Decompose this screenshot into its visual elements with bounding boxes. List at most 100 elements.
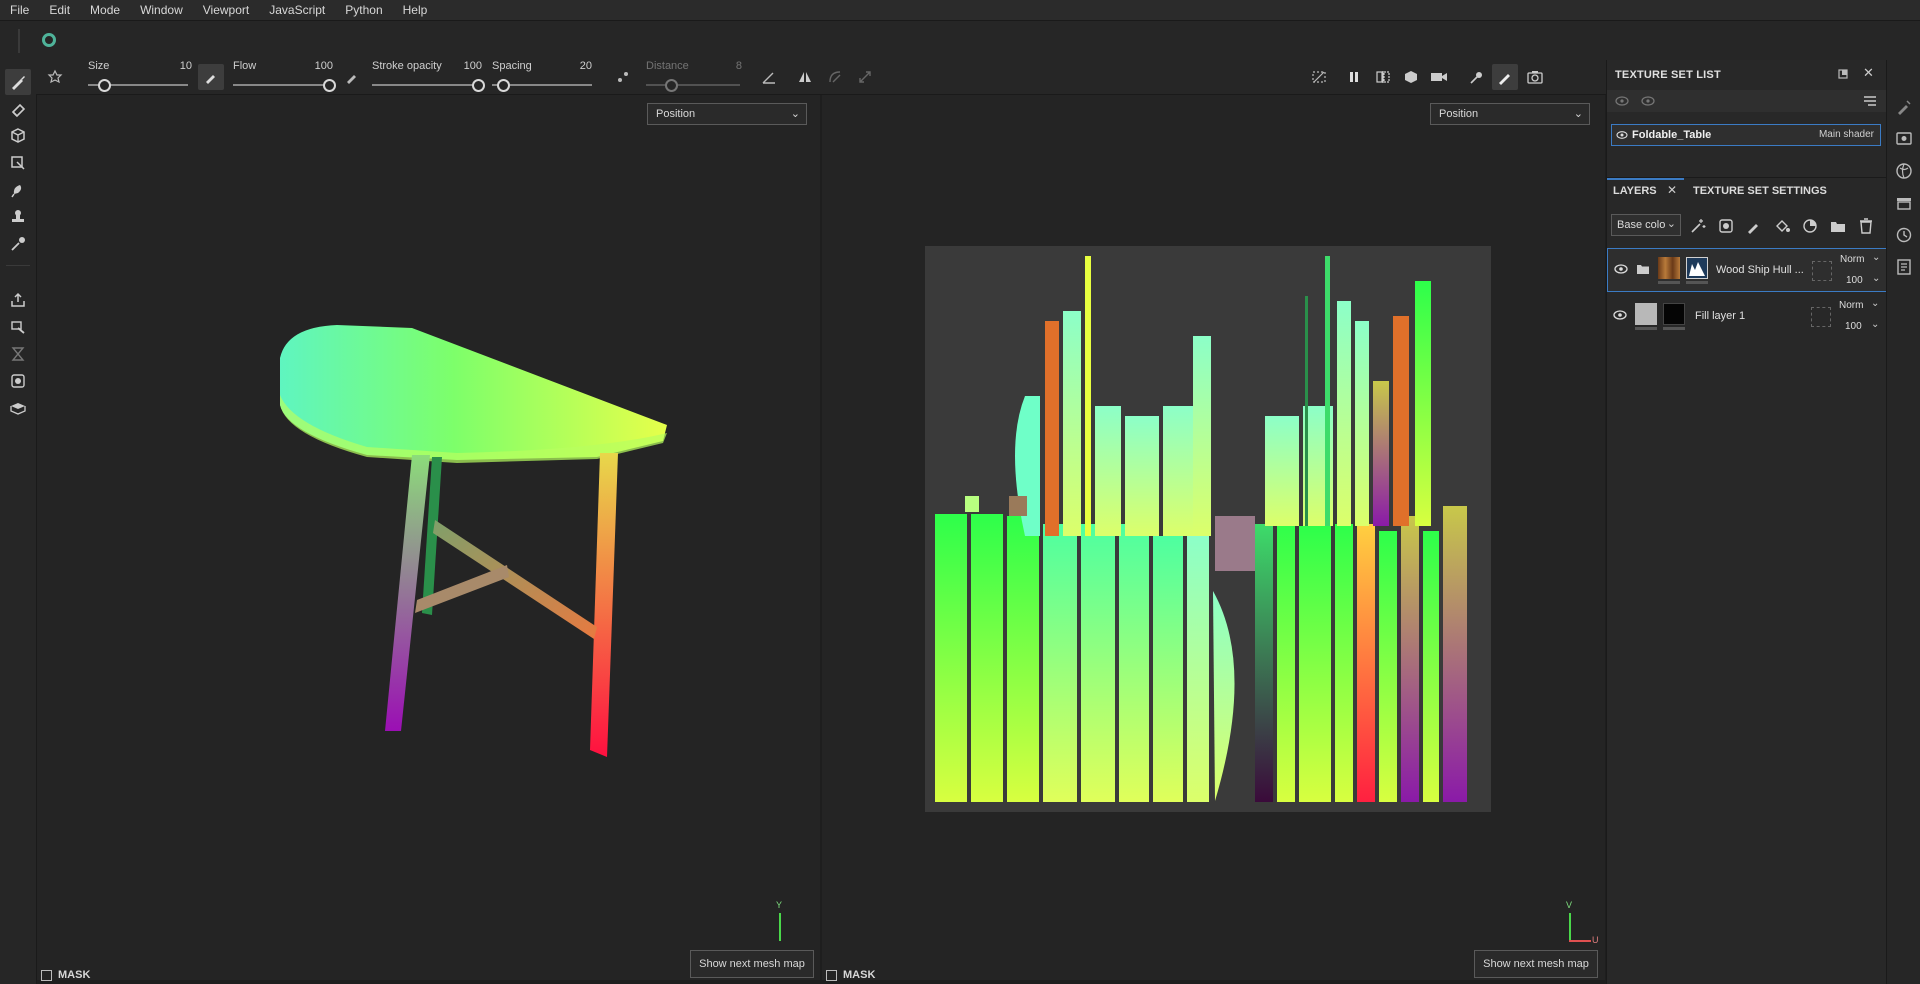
camera-button[interactable] [1426,64,1452,90]
stroke-opacity-slider[interactable]: Stroke opacity 100 [372,60,485,94]
chevron-down-icon[interactable]: ⌄ [1871,298,1879,309]
timeline-tool[interactable] [5,341,31,367]
menu-window[interactable]: Window [130,0,193,20]
layer-channel-select[interactable]: Base colo ⌄ [1611,214,1681,236]
projection-tool[interactable] [5,123,31,149]
display-settings-icon[interactable] [1895,130,1913,148]
export-tool[interactable] [5,287,31,313]
line-angle-button[interactable] [756,64,782,90]
lazy-mouse-toggle[interactable] [610,64,636,90]
history-icon[interactable] [1895,226,1913,244]
viewport-mode-button[interactable] [1398,64,1424,90]
visibility-eye-icon[interactable] [1613,309,1627,321]
menu-viewport[interactable]: Viewport [193,0,259,20]
layer-placeholder-slot[interactable] [1811,307,1831,327]
add-fill-layer-icon[interactable] [1773,217,1791,235]
symmetry-mirror-button[interactable] [822,64,848,90]
menu-python[interactable]: Python [335,0,392,20]
add-paint-layer-icon[interactable] [1745,217,1763,235]
add-mask-icon[interactable] [1717,217,1735,235]
close-icon[interactable]: ✕ [1863,66,1875,79]
mask-checkbox[interactable] [826,969,837,981]
mask-checkbox[interactable] [41,969,52,981]
flow-pressure-toggle[interactable] [339,64,365,90]
eye-off-icon[interactable] [1615,95,1629,107]
add-smart-material-icon[interactable] [1801,217,1819,235]
undock-icon[interactable] [1837,68,1849,80]
menu-file[interactable]: File [0,0,39,20]
paint-mode-button[interactable] [1492,64,1518,90]
hide-ui-button[interactable] [1306,64,1332,90]
flow-knob[interactable] [323,79,336,92]
transform-button[interactable] [852,64,878,90]
tab-layers[interactable]: LAYERS ✕ [1607,178,1684,204]
symmetry-button[interactable] [792,64,818,90]
size-slider[interactable]: Size 10 [88,60,192,94]
layer-row-fill-layer-1[interactable]: Fill layer 1 Norm ⌄ 100 ⌄ [1607,295,1887,339]
size-value: 10 [179,60,192,72]
polygon-fill-tool[interactable] [5,150,31,176]
distance-slider[interactable]: Distance 8 [646,60,742,94]
layer-blend-mode[interactable]: Norm [1839,300,1863,311]
environment-icon[interactable] [1895,162,1913,180]
texture-set-toolbar [1607,90,1887,112]
stroke-opacity-knob[interactable] [472,79,485,92]
size-pressure-toggle[interactable] [198,64,224,90]
viewport-2d-next-mesh-map-button[interactable]: Show next mesh map [1474,950,1598,978]
list-menu-icon[interactable] [1863,95,1877,107]
viewport-2d[interactable]: Position ⌄ V U MASK Show next mesh map [822,95,1605,981]
clone-tool[interactable] [5,204,31,230]
viewport-2d-mask-toggle[interactable]: MASK [826,969,875,981]
layer-opacity[interactable]: 100 [1846,275,1863,286]
viewport-3d-mask-toggle[interactable]: MASK [41,969,90,981]
mask-thumbnail[interactable] [1686,257,1708,279]
paint-brush-tool[interactable] [5,69,31,95]
distance-knob[interactable] [665,79,679,92]
tab-texture-set-settings[interactable]: TEXTURE SET SETTINGS [1687,178,1832,204]
bake-tool[interactable] [5,314,31,340]
viewport-3d[interactable]: Position ⌄ Y MASK Show next mesh map [37,95,820,981]
video-camera-icon [1431,73,1447,81]
spacing-knob[interactable] [496,79,510,92]
menu-mode[interactable]: Mode [80,0,130,20]
spacing-slider[interactable]: Spacing 20 [492,60,592,94]
chevron-down-icon[interactable]: ⌄ [1871,319,1879,330]
layer-blend-mode[interactable]: Norm [1840,254,1864,265]
add-effect-icon[interactable] [1689,217,1707,235]
texture-set-item[interactable]: Foldable_Table Main shader [1611,124,1881,146]
texture-set-shader[interactable]: Main shader [1819,129,1874,140]
size-knob[interactable] [98,79,111,92]
layer-placeholder-slot[interactable] [1812,261,1832,281]
scene-tool[interactable] [5,395,31,421]
split-view-button[interactable] [1370,64,1396,90]
brush-preset-button[interactable] [42,64,68,90]
close-tab-icon[interactable]: ✕ [1667,183,1677,197]
chevron-down-icon[interactable]: ⌄ [1872,273,1880,284]
menu-javascript[interactable]: JavaScript [259,0,335,20]
screenshot-button[interactable] [1522,64,1548,90]
add-folder-icon[interactable] [1829,217,1847,235]
material-tool[interactable] [5,368,31,394]
smudge-tool[interactable] [5,177,31,203]
viewport-2d-channel-select[interactable]: Position ⌄ [1430,103,1590,125]
mask-thumbnail[interactable] [1663,303,1685,325]
lighting-button[interactable] [1464,64,1490,90]
chevron-down-icon[interactable]: ⌄ [1872,252,1880,263]
delete-layer-icon[interactable] [1857,217,1875,235]
app-logo-icon[interactable] [42,33,56,47]
brush-settings-icon[interactable] [1895,98,1913,116]
visibility-eye-icon[interactable] [1616,130,1628,140]
shelf-icon[interactable] [1895,194,1913,212]
flow-slider[interactable]: Flow 100 [233,60,336,94]
eraser-tool[interactable] [5,96,31,122]
visibility-eye-icon[interactable] [1614,263,1628,275]
layer-row-wood-ship-hull[interactable]: Wood Ship Hull ... Norm ⌄ 100 ⌄ [1607,248,1887,292]
layer-opacity[interactable]: 100 [1845,321,1862,332]
pause-button[interactable] [1341,64,1367,90]
viewport-3d-next-mesh-map-button[interactable]: Show next mesh map [690,950,814,978]
menu-help[interactable]: Help [393,0,438,20]
color-picker-tool[interactable] [5,231,31,257]
menu-edit[interactable]: Edit [39,0,80,20]
eye-icon[interactable] [1641,95,1655,107]
log-icon[interactable] [1895,258,1913,276]
